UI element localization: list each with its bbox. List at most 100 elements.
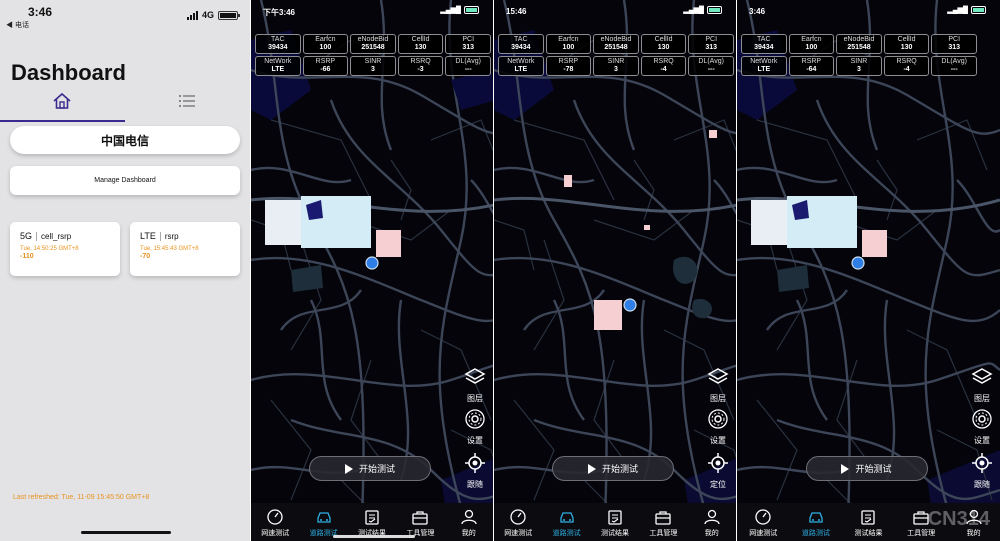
settings-button[interactable]: 设置 [705, 408, 731, 446]
manage-dashboard-button[interactable]: Manage Dashboard [10, 166, 240, 195]
follow-button[interactable]: 跟随 [969, 452, 995, 490]
card-metric: cell_rsrp [41, 231, 72, 241]
signal-icon [186, 10, 198, 20]
metric-card-5g[interactable]: 5G cell_rsrp Tue, 14:50:25 GMT+8 -110 [10, 222, 120, 276]
cell-info-value: 251548 [604, 44, 628, 51]
nav-label: 工具管理 [649, 530, 678, 537]
tab-home-icon[interactable] [52, 91, 72, 111]
cell-info-item: TAC 39434 [255, 34, 301, 54]
settings-label: 设置 [467, 436, 483, 445]
status-indicators: 4G [186, 10, 240, 20]
settings-button[interactable]: 设置 [969, 408, 995, 446]
cell-info-key: RSRQ [653, 58, 674, 65]
cell-info-item: RSRP -64 [788, 56, 835, 76]
tool-management-icon [655, 511, 672, 525]
nav-item[interactable]: 测试结果 [592, 509, 638, 538]
cell-info-key: TAC [514, 36, 528, 43]
tab-list-icon[interactable] [178, 93, 196, 109]
cell-info-item: RSRQ -4 [640, 56, 687, 76]
cell-info-key: TAC [757, 36, 771, 43]
start-test-button[interactable]: 开始测试 [309, 456, 431, 481]
nav-item[interactable]: 道路测试 [301, 509, 347, 538]
nav-item[interactable]: 工具管理 [397, 509, 443, 538]
status-time: 3:46 [749, 7, 766, 16]
app-screenshot: 3:46 ◀ 电话 4G Dashboard 中国电信 Manage Dashb… [0, 0, 1000, 541]
nav-item[interactable]: 网速测试 [740, 509, 786, 538]
nav-item[interactable]: 工具管理 [640, 509, 686, 538]
home-indicator[interactable] [81, 531, 171, 534]
follow-button[interactable]: 跟随 [462, 452, 488, 490]
layers-icon [971, 368, 993, 384]
cell-info-item: SINR 3 [593, 56, 639, 76]
cell-info-item: CellId 130 [397, 34, 444, 54]
locate-icon [972, 453, 992, 473]
nav-item[interactable]: 道路测试 [793, 509, 839, 538]
cell-info-item: Earfcn 100 [788, 34, 835, 54]
cell-info-key: Earfcn [558, 36, 579, 43]
cell-info-item: DL(Avg) --- [445, 56, 491, 76]
network-type: 4G [201, 10, 214, 20]
cell-info-item: Earfcn 100 [302, 34, 349, 54]
cell-info-value: --- [950, 66, 958, 73]
cell-info-key: RSRP [801, 58, 822, 65]
layers-button[interactable]: 图层 [705, 366, 731, 404]
cell-info-value: 100 [805, 44, 818, 51]
layers-button[interactable]: 图层 [969, 366, 995, 404]
layers-button[interactable]: 图层 [462, 366, 488, 404]
cell-info-value: 3 [614, 66, 618, 73]
cell-info-item: PCI 313 [688, 34, 734, 54]
nav-label: 我的 [704, 530, 719, 537]
tab-indicator [0, 120, 125, 122]
start-test-button[interactable]: 开始测试 [805, 456, 928, 481]
settings-label: 设置 [974, 436, 990, 445]
nav-item[interactable]: 道路测试 [544, 509, 590, 538]
signal-icon: ▂▄▆█ [947, 7, 968, 14]
profile-icon [461, 509, 477, 525]
profile-icon [704, 509, 720, 525]
bottom-nav: 网速测试 道路测试 测试结果 工具管理 我的 [494, 503, 736, 541]
test-results-icon [365, 510, 379, 525]
nav-label: 网速测试 [261, 530, 290, 537]
cell-info-key: eNodeBid [357, 36, 389, 43]
nav-item[interactable]: 网速测试 [252, 509, 298, 538]
play-icon [344, 463, 353, 474]
nav-label: 道路测试 [552, 530, 581, 537]
map-screen-3: 3:46 ▂▄▆█ TAC 39434 Earfcn 100 eNodeBid 25154… [737, 0, 1000, 541]
operator-selector[interactable]: 中国电信 [10, 126, 240, 154]
cell-info-key: CellId [897, 36, 916, 43]
settings-button[interactable]: 设置 [462, 408, 488, 446]
cell-info-value: 100 [319, 44, 332, 51]
cell-info-value: -66 [320, 66, 331, 73]
cell-info-value: -78 [563, 66, 574, 73]
play-icon [587, 463, 596, 474]
gesture-bar[interactable] [333, 535, 415, 538]
road-test-icon [559, 512, 574, 523]
start-test-button[interactable]: 开始测试 [552, 456, 674, 481]
metric-card-lte[interactable]: LTE rsrp Tue, 15:45:43 GMT+8 -70 [130, 222, 240, 276]
status-time: 3:46 [28, 5, 53, 19]
cell-info-grid: TAC 39434 Earfcn 100 eNodeBid 251548 CellId 130… [741, 34, 977, 76]
cell-info-key: eNodeBid [600, 36, 632, 43]
cell-info-key: CellId [411, 36, 430, 43]
speed-test-icon [267, 509, 283, 525]
gear-icon [465, 409, 485, 429]
nav-item[interactable]: 测试结果 [845, 509, 891, 538]
cell-info-key: NetWork [750, 58, 778, 65]
layers-icon [464, 368, 486, 384]
cell-info-item: SINR 3 [836, 56, 882, 76]
cell-info-key: RSRP [558, 58, 579, 65]
road-test-icon [316, 512, 331, 523]
follow-button[interactable]: 定位 [705, 452, 731, 490]
nav-item[interactable]: 我的 [446, 509, 492, 538]
cell-info-item: PCI 313 [931, 34, 977, 54]
nav-item[interactable]: 我的 [689, 509, 735, 538]
nav-label: 测试结果 [854, 530, 883, 537]
cell-info-item: eNodeBid 251548 [836, 34, 882, 54]
card-value: -110 [20, 253, 34, 260]
cell-info-value: --- [707, 66, 715, 73]
cell-info-key: RSRQ [896, 58, 917, 65]
back-to-phone-link[interactable]: ◀ 电话 [6, 20, 29, 30]
nav-item[interactable]: 测试结果 [349, 509, 395, 538]
cell-info-key: NetWork [264, 58, 292, 65]
nav-item[interactable]: 网速测试 [495, 509, 541, 538]
